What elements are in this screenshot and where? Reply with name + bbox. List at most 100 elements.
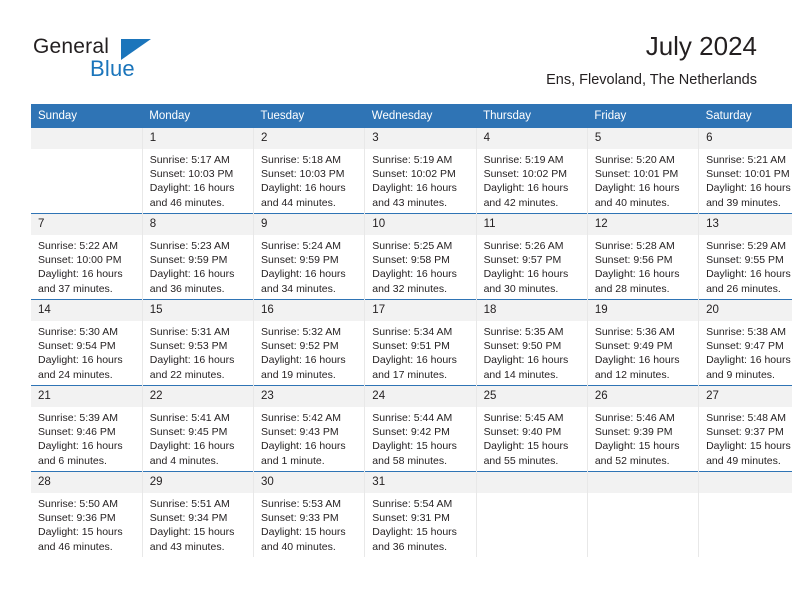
- calendar-day-cell[interactable]: 30 Sunrise: 5:53 AM Sunset: 9:33 PM Dayligh…: [253, 471, 366, 557]
- page-subtitle: Ens, Flevoland, The Netherlands: [546, 72, 757, 88]
- sunset-text: Sunset: 9:59 PM: [149, 254, 228, 267]
- sunset-text: Sunset: 9:33 PM: [261, 512, 339, 525]
- sunrise-text: Sunrise: 5:29 AM: [706, 240, 787, 252]
- day-cell-inner: 12 Sunrise: 5:28 AM Sunset: 9:56 PM Dayligh…: [587, 214, 699, 299]
- sunrise-text: Sunrise: 5:36 AM: [594, 326, 675, 338]
- daylight-text-line2: and 39 minutes.: [706, 196, 781, 209]
- title-block: July 2024 Ens, Flevoland, The Netherland…: [546, 31, 757, 89]
- calendar-day-cell[interactable]: 25 Sunrise: 5:45 AM Sunset: 9:40 PM Dayligh…: [476, 385, 588, 472]
- calendar-day-cell[interactable]: 16 Sunrise: 5:32 AM Sunset: 9:52 PM Dayligh…: [253, 299, 366, 386]
- calendar-day-cell[interactable]: 20 Sunrise: 5:38 AM Sunset: 9:47 PM Dayligh…: [698, 299, 792, 386]
- calendar-day-cell[interactable]: 21 Sunrise: 5:39 AM Sunset: 9:46 PM Dayligh…: [31, 385, 143, 472]
- calendar-week-row: 28 Sunrise: 5:50 AM Sunset: 9:36 PM Dayligh…: [31, 471, 792, 557]
- daylight-text-line2: and 43 minutes.: [372, 196, 448, 209]
- weekday-header-sunday: Sunday: [31, 104, 143, 128]
- sunrise-text: Sunrise: 5:19 AM: [372, 154, 453, 166]
- calendar-day-cell[interactable]: 28 Sunrise: 5:50 AM Sunset: 9:36 PM Dayligh…: [31, 471, 143, 557]
- day-cell-inner: 4 Sunrise: 5:19 AM Sunset: 10:02 PM Dayligh…: [476, 128, 587, 213]
- day-number: 14: [31, 300, 142, 321]
- daylight-text-line2: and 40 minutes.: [261, 540, 336, 553]
- day-cell-inner: 19 Sunrise: 5:36 AM Sunset: 9:49 PM Dayligh…: [587, 300, 699, 385]
- calendar-day-cell[interactable]: 29 Sunrise: 5:51 AM Sunset: 9:34 PM Dayligh…: [142, 471, 255, 557]
- day-cell-inner: 30 Sunrise: 5:53 AM Sunset: 9:33 PM Dayligh…: [254, 472, 365, 557]
- daylight-text-line2: and 58 minutes.: [372, 454, 448, 467]
- sunrise-text: Sunrise: 5:46 AM: [594, 412, 675, 424]
- daylight-text-line2: and 36 minutes.: [372, 540, 448, 553]
- day-number: 21: [31, 386, 142, 407]
- calendar-day-cell[interactable]: 31 Sunrise: 5:54 AM Sunset: 9:31 PM Dayligh…: [364, 471, 477, 557]
- calendar-day-cell[interactable]: 17 Sunrise: 5:34 AM Sunset: 9:51 PM Dayligh…: [364, 299, 477, 386]
- daylight-text-line1: Daylight: 16 hours: [372, 268, 457, 281]
- day-number: 20: [699, 300, 792, 321]
- day-number: 27: [699, 386, 792, 407]
- calendar-day-cell[interactable]: 27 Sunrise: 5:48 AM Sunset: 9:37 PM Dayligh…: [698, 385, 792, 472]
- calendar-day-cell[interactable]: 6 Sunrise: 5:21 AM Sunset: 10:01 PM Dayligh…: [698, 128, 792, 214]
- calendar-day-cell[interactable]: 3 Sunrise: 5:19 AM Sunset: 10:02 PM Dayligh…: [364, 128, 477, 214]
- day-details: Sunrise: 5:38 AM Sunset: 9:47 PM Daylight:…: [699, 321, 792, 382]
- day-cell-inner: 16 Sunrise: 5:32 AM Sunset: 9:52 PM Dayligh…: [254, 300, 365, 385]
- daylight-text-line2: and 52 minutes.: [594, 454, 670, 467]
- calendar-day-cell[interactable]: 24 Sunrise: 5:44 AM Sunset: 9:42 PM Dayligh…: [364, 385, 477, 472]
- weekday-header-row: Sunday Monday Tuesday Wednesday Thursday…: [31, 104, 792, 128]
- day-cell-inner: 9 Sunrise: 5:24 AM Sunset: 9:59 PM Daylight…: [254, 214, 365, 299]
- calendar-day-cell[interactable]: 14 Sunrise: 5:30 AM Sunset: 9:54 PM Dayligh…: [31, 299, 143, 386]
- calendar-day-cell[interactable]: 12 Sunrise: 5:28 AM Sunset: 9:56 PM Dayligh…: [587, 213, 700, 300]
- sunrise-text: Sunrise: 5:44 AM: [372, 412, 453, 424]
- day-number: 26: [587, 386, 699, 407]
- page-title: July 2024: [645, 31, 757, 61]
- calendar-day-cell[interactable]: 15 Sunrise: 5:31 AM Sunset: 9:53 PM Dayligh…: [142, 299, 255, 386]
- daylight-text-line1: Daylight: 16 hours: [594, 182, 680, 195]
- calendar-day-cell[interactable]: 18 Sunrise: 5:35 AM Sunset: 9:50 PM Dayligh…: [476, 299, 588, 386]
- calendar-day-cell[interactable]: 13 Sunrise: 5:29 AM Sunset: 9:55 PM Dayligh…: [698, 213, 792, 300]
- day-cell-inner: 17 Sunrise: 5:34 AM Sunset: 9:51 PM Dayligh…: [365, 300, 476, 385]
- day-cell-inner: 23 Sunrise: 5:42 AM Sunset: 9:43 PM Dayligh…: [254, 386, 365, 471]
- sunset-text: Sunset: 10:00 PM: [38, 254, 122, 267]
- calendar-day-cell-empty: [476, 471, 588, 557]
- day-number: 16: [254, 300, 365, 321]
- daylight-text-line1: Daylight: 16 hours: [706, 268, 791, 281]
- sunset-text: Sunset: 9:39 PM: [594, 426, 673, 439]
- calendar-day-cell[interactable]: 10 Sunrise: 5:25 AM Sunset: 9:58 PM Dayligh…: [364, 213, 477, 300]
- calendar-day-cell[interactable]: 9 Sunrise: 5:24 AM Sunset: 9:59 PM Daylight…: [253, 213, 366, 300]
- daylight-text-line1: Daylight: 16 hours: [149, 182, 235, 195]
- daylight-text-line1: Daylight: 15 hours: [372, 526, 457, 539]
- daylight-text-line1: Daylight: 15 hours: [38, 526, 123, 539]
- day-number: 25: [476, 386, 587, 407]
- day-number: 24: [365, 386, 476, 407]
- day-cell-inner: 20 Sunrise: 5:38 AM Sunset: 9:47 PM Dayligh…: [699, 300, 792, 385]
- daylight-text-line2: and 42 minutes.: [483, 196, 559, 209]
- daylight-text-line2: and 19 minutes.: [261, 368, 336, 381]
- day-details: Sunrise: 5:41 AM Sunset: 9:45 PM Daylight:…: [143, 407, 253, 468]
- daylight-text-line1: Daylight: 15 hours: [483, 440, 569, 453]
- day-details: Sunrise: 5:32 AM Sunset: 9:52 PM Daylight:…: [254, 321, 364, 382]
- calendar-day-cell[interactable]: 11 Sunrise: 5:26 AM Sunset: 9:57 PM Dayligh…: [476, 213, 588, 300]
- logo-text-blue: Blue: [90, 56, 135, 81]
- calendar-week-row: 21 Sunrise: 5:39 AM Sunset: 9:46 PM Dayligh…: [31, 385, 792, 472]
- calendar-day-cell[interactable]: 1 Sunrise: 5:17 AM Sunset: 10:03 PM Dayligh…: [142, 128, 255, 214]
- calendar-day-cell[interactable]: 23 Sunrise: 5:42 AM Sunset: 9:43 PM Dayligh…: [253, 385, 366, 472]
- daylight-text-line2: and 40 minutes.: [594, 196, 670, 209]
- day-details: Sunrise: 5:36 AM Sunset: 9:49 PM Daylight:…: [588, 321, 698, 382]
- calendar-week-row: 1 Sunrise: 5:17 AM Sunset: 10:03 PM Dayligh…: [31, 128, 792, 214]
- sunset-text: Sunset: 9:34 PM: [149, 512, 228, 525]
- calendar-day-cell[interactable]: 2 Sunrise: 5:18 AM Sunset: 10:03 PM Dayligh…: [253, 128, 366, 214]
- daylight-text-line2: and 32 minutes.: [372, 282, 448, 295]
- sunset-text: Sunset: 9:54 PM: [38, 340, 116, 353]
- calendar-day-cell[interactable]: 8 Sunrise: 5:23 AM Sunset: 9:59 PM Daylight…: [142, 213, 255, 300]
- day-cell-inner: 6 Sunrise: 5:21 AM Sunset: 10:01 PM Dayligh…: [699, 128, 792, 213]
- calendar-day-cell[interactable]: 22 Sunrise: 5:41 AM Sunset: 9:45 PM Dayligh…: [142, 385, 255, 472]
- day-details: Sunrise: 5:26 AM Sunset: 9:57 PM Daylight:…: [477, 235, 587, 296]
- weekday-header-saturday: Saturday: [698, 104, 792, 128]
- sunrise-text: Sunrise: 5:38 AM: [706, 326, 787, 338]
- calendar-day-cell[interactable]: 4 Sunrise: 5:19 AM Sunset: 10:02 PM Dayligh…: [476, 128, 588, 214]
- calendar-day-cell[interactable]: 26 Sunrise: 5:46 AM Sunset: 9:39 PM Dayligh…: [587, 385, 700, 472]
- calendar-day-cell[interactable]: 5 Sunrise: 5:20 AM Sunset: 10:01 PM Dayligh…: [587, 128, 700, 214]
- calendar-day-cell[interactable]: 19 Sunrise: 5:36 AM Sunset: 9:49 PM Dayligh…: [587, 299, 700, 386]
- sunrise-text: Sunrise: 5:48 AM: [706, 412, 787, 424]
- sunset-text: Sunset: 9:45 PM: [149, 426, 228, 439]
- calendar-day-cell[interactable]: 7 Sunrise: 5:22 AM Sunset: 10:00 PM Dayligh…: [31, 213, 143, 300]
- day-cell-inner: 26 Sunrise: 5:46 AM Sunset: 9:39 PM Dayligh…: [587, 386, 699, 471]
- sunset-text: Sunset: 9:47 PM: [706, 340, 784, 353]
- day-details: Sunrise: 5:29 AM Sunset: 9:55 PM Daylight:…: [699, 235, 792, 296]
- day-details: Sunrise: 5:30 AM Sunset: 9:54 PM Daylight:…: [31, 321, 142, 382]
